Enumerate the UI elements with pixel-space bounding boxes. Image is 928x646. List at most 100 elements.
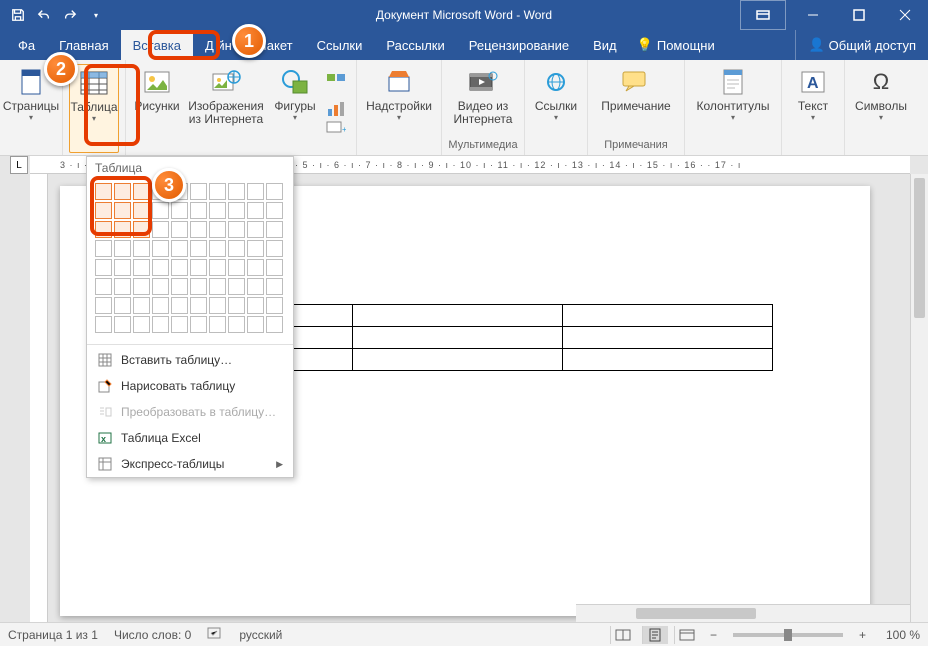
grid-cell[interactable]	[190, 221, 207, 238]
ribbon-display-options-icon[interactable]	[740, 0, 786, 30]
grid-cell[interactable]	[152, 259, 169, 276]
vertical-scrollbar[interactable]	[910, 174, 928, 622]
grid-cell[interactable]	[114, 316, 131, 333]
grid-cell[interactable]	[209, 183, 226, 200]
grid-cell[interactable]	[114, 202, 131, 219]
comment-button[interactable]: Примечание	[594, 64, 678, 139]
grid-cell[interactable]	[114, 240, 131, 257]
grid-cell[interactable]	[266, 297, 283, 314]
minimize-button[interactable]	[790, 0, 836, 30]
text-button[interactable]: A Текст ▾	[788, 64, 838, 153]
headerfooter-button[interactable]: Колонтитулы ▾	[691, 64, 775, 153]
tab-view[interactable]: Вид	[581, 30, 629, 60]
illustrations-more-button[interactable]: +	[322, 64, 350, 153]
grid-cell[interactable]	[114, 221, 131, 238]
menu-draw-table[interactable]: Нарисовать таблицу	[87, 373, 293, 399]
grid-cell[interactable]	[247, 240, 264, 257]
grid-cell[interactable]	[152, 202, 169, 219]
zoom-in-button[interactable]: +	[855, 628, 870, 642]
tab-stop-selector[interactable]: L	[10, 156, 28, 174]
grid-cell[interactable]	[190, 183, 207, 200]
zoom-level[interactable]: 100 %	[876, 628, 920, 642]
online-pictures-button[interactable]: Изображения из Интернета	[184, 64, 268, 153]
menu-quick-tables[interactable]: Экспресс-таблицы ▶	[87, 451, 293, 477]
grid-cell[interactable]	[133, 240, 150, 257]
table-button[interactable]: Таблица ▾	[69, 64, 119, 153]
grid-cell[interactable]	[171, 259, 188, 276]
grid-cell[interactable]	[190, 278, 207, 295]
grid-cell[interactable]	[95, 259, 112, 276]
grid-cell[interactable]	[190, 202, 207, 219]
grid-cell[interactable]	[152, 316, 169, 333]
grid-cell[interactable]	[228, 278, 245, 295]
grid-cell[interactable]	[266, 202, 283, 219]
grid-cell[interactable]	[247, 259, 264, 276]
grid-cell[interactable]	[114, 297, 131, 314]
grid-cell[interactable]	[228, 297, 245, 314]
zoom-out-button[interactable]: −	[706, 628, 721, 642]
grid-cell[interactable]	[266, 240, 283, 257]
grid-cell[interactable]	[114, 259, 131, 276]
grid-cell[interactable]	[133, 221, 150, 238]
maximize-button[interactable]	[836, 0, 882, 30]
pictures-button[interactable]: Рисунки	[132, 64, 182, 153]
grid-cell[interactable]	[95, 316, 112, 333]
grid-cell[interactable]	[152, 221, 169, 238]
grid-cell[interactable]	[190, 240, 207, 257]
grid-cell[interactable]	[133, 259, 150, 276]
grid-cell[interactable]	[95, 297, 112, 314]
grid-cell[interactable]	[133, 202, 150, 219]
grid-cell[interactable]	[95, 278, 112, 295]
tab-file[interactable]: Фа	[6, 30, 47, 60]
grid-cell[interactable]	[228, 183, 245, 200]
grid-cell[interactable]	[228, 240, 245, 257]
online-video-button[interactable]: Видео из Интернета	[448, 64, 518, 139]
grid-cell[interactable]	[152, 278, 169, 295]
grid-cell[interactable]	[133, 297, 150, 314]
vertical-ruler[interactable]	[30, 174, 48, 622]
view-web-layout[interactable]	[674, 626, 700, 644]
redo-icon[interactable]	[58, 3, 82, 27]
grid-cell[interactable]	[266, 316, 283, 333]
grid-cell[interactable]	[209, 202, 226, 219]
grid-cell[interactable]	[209, 316, 226, 333]
grid-cell[interactable]	[266, 278, 283, 295]
undo-icon[interactable]	[32, 3, 56, 27]
grid-cell[interactable]	[95, 221, 112, 238]
grid-cell[interactable]	[95, 202, 112, 219]
tab-references[interactable]: Ссылки	[305, 30, 375, 60]
grid-cell[interactable]	[247, 202, 264, 219]
grid-cell[interactable]	[152, 240, 169, 257]
view-print-layout[interactable]	[642, 626, 668, 644]
grid-cell[interactable]	[209, 259, 226, 276]
grid-cell[interactable]	[247, 221, 264, 238]
symbols-button[interactable]: Ω Символы ▾	[851, 64, 911, 153]
grid-cell[interactable]	[152, 297, 169, 314]
tell-me-search[interactable]: 💡 Помощни	[637, 30, 715, 60]
grid-cell[interactable]	[133, 278, 150, 295]
grid-cell[interactable]	[114, 278, 131, 295]
horizontal-scrollbar[interactable]	[576, 604, 910, 622]
grid-cell[interactable]	[247, 183, 264, 200]
grid-cell[interactable]	[209, 297, 226, 314]
save-icon[interactable]	[6, 3, 30, 27]
links-button[interactable]: Ссылки ▾	[531, 64, 581, 153]
grid-cell[interactable]	[228, 316, 245, 333]
grid-cell[interactable]	[95, 240, 112, 257]
close-button[interactable]	[882, 0, 928, 30]
grid-cell[interactable]	[190, 297, 207, 314]
zoom-slider[interactable]	[733, 633, 843, 637]
status-page[interactable]: Страница 1 из 1	[8, 628, 98, 642]
grid-cell[interactable]	[209, 240, 226, 257]
grid-cell[interactable]	[247, 316, 264, 333]
view-read-mode[interactable]	[610, 626, 636, 644]
grid-cell[interactable]	[266, 259, 283, 276]
grid-cell[interactable]	[171, 202, 188, 219]
status-language[interactable]: русский	[239, 628, 282, 642]
grid-cell[interactable]	[190, 316, 207, 333]
menu-excel-table[interactable]: x Таблица Excel	[87, 425, 293, 451]
proofing-icon[interactable]	[207, 626, 223, 643]
grid-cell[interactable]	[266, 183, 283, 200]
grid-cell[interactable]	[133, 183, 150, 200]
grid-cell[interactable]	[114, 183, 131, 200]
